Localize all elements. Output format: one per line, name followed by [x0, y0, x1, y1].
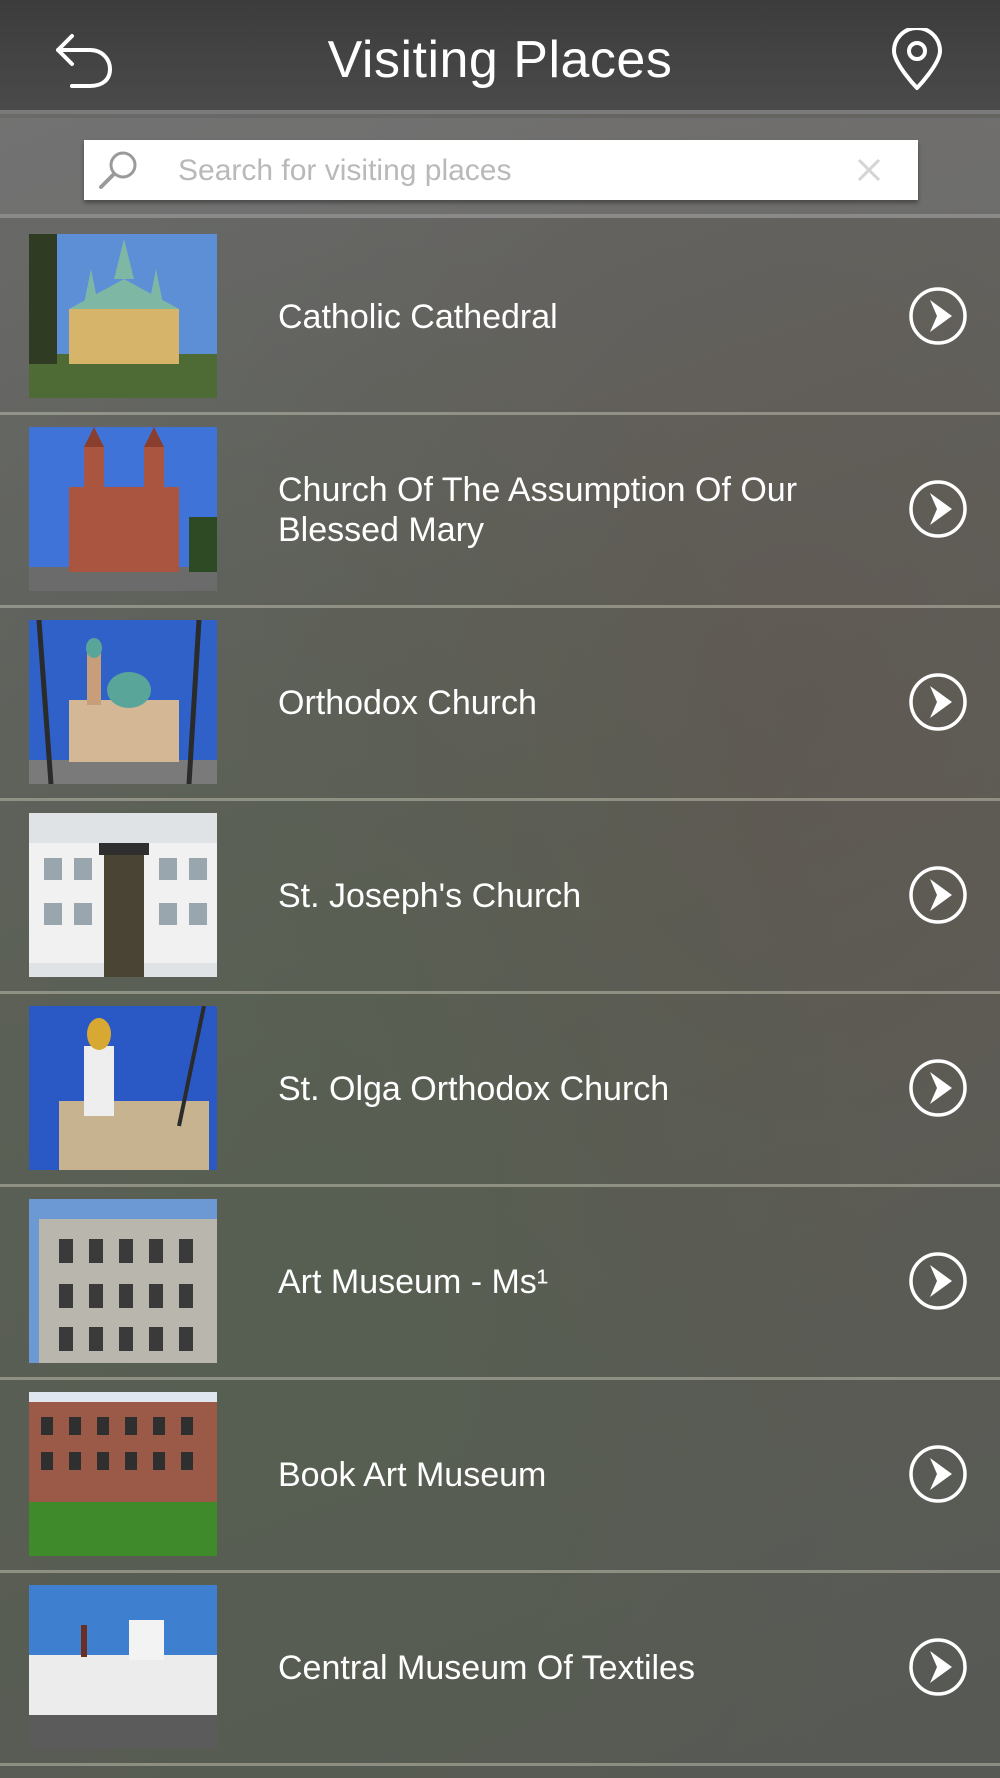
list-item[interactable]: Central Museum Of Textiles: [0, 1573, 1000, 1766]
list-item[interactable]: Orthodox Church: [0, 608, 1000, 801]
place-thumbnail: [29, 1392, 217, 1556]
search-input[interactable]: [176, 146, 920, 196]
place-name: St. Joseph's Church: [278, 877, 582, 915]
chevron-right-circle-icon[interactable]: [908, 672, 968, 732]
place-thumbnail: [29, 427, 217, 591]
place-name: Church Of The Assumption Of Our Blessed …: [278, 471, 798, 549]
chevron-right-circle-icon[interactable]: [908, 865, 968, 925]
page-title: Visiting Places: [327, 31, 673, 89]
list-item[interactable]: Catholic Cathedral: [0, 222, 1000, 415]
chevron-right-circle-icon[interactable]: [908, 1444, 968, 1504]
list-item[interactable]: Art Museum - Ms¹: [0, 1187, 1000, 1380]
place-name: Art Museum - Ms¹: [278, 1263, 549, 1301]
place-name: Central Museum Of Textiles: [278, 1649, 695, 1687]
places-list: Catholic Cathedral Church Of The Assumpt…: [0, 222, 1000, 1766]
clear-search-icon[interactable]: [854, 155, 884, 185]
place-thumbnail: [29, 1006, 217, 1170]
chevron-right-circle-icon[interactable]: [908, 1058, 968, 1118]
chevron-right-circle-icon[interactable]: [908, 1637, 968, 1697]
place-thumbnail: [29, 813, 217, 977]
place-name: Orthodox Church: [278, 684, 537, 722]
chevron-right-circle-icon[interactable]: [908, 286, 968, 346]
place-thumbnail: [29, 1585, 217, 1749]
place-thumbnail: [29, 234, 217, 398]
list-item[interactable]: St. Joseph's Church: [0, 801, 1000, 994]
search-box: [84, 140, 920, 200]
place-name: St. Olga Orthodox Church: [278, 1070, 670, 1108]
app-header: Visiting Places: [0, 0, 1000, 114]
list-item[interactable]: Church Of The Assumption Of Our Blessed …: [0, 415, 1000, 608]
search-icon: [99, 151, 137, 189]
place-thumbnail: [29, 1199, 217, 1363]
place-thumbnail: [29, 620, 217, 784]
map-pin-icon[interactable]: [888, 28, 946, 92]
place-name: Catholic Cathedral: [278, 298, 558, 336]
list-item[interactable]: Book Art Museum: [0, 1380, 1000, 1573]
place-name: Book Art Museum: [278, 1456, 547, 1494]
search-bar: [0, 118, 1000, 218]
list-item[interactable]: St. Olga Orthodox Church: [0, 994, 1000, 1187]
chevron-right-circle-icon[interactable]: [908, 479, 968, 539]
chevron-right-circle-icon[interactable]: [908, 1251, 968, 1311]
